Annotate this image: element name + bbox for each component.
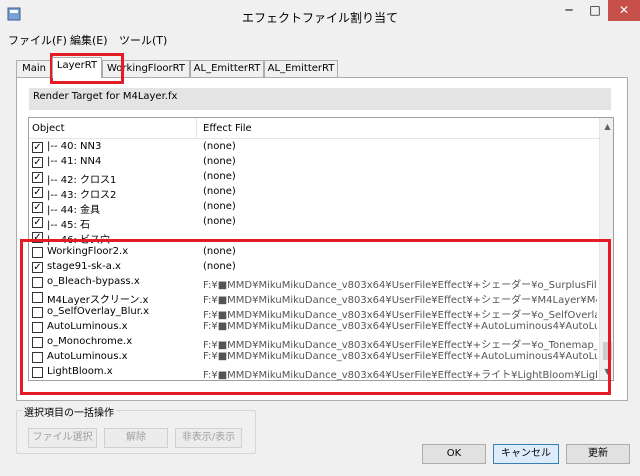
tab-workingfloorrt[interactable]: WorkingFloorRT — [102, 60, 190, 77]
list-item[interactable]: LightBloom.x F:¥■MMD¥MikuMikuDance_v803x6… — [29, 365, 599, 380]
checkbox-checked[interactable]: ✓ — [32, 232, 43, 243]
checkbox-checked[interactable]: ✓ — [32, 187, 43, 198]
object-name: AutoLuminous.x — [47, 351, 128, 362]
object-name: o_Bleach-bypass.x — [47, 276, 140, 287]
effect-file: (none) — [203, 261, 236, 272]
column-header-effect[interactable]: Effect File — [203, 123, 252, 134]
object-name: AutoLuminous.x — [47, 321, 128, 332]
render-target-label: Render Target for M4Layer.fx — [29, 88, 611, 110]
object-name: M4Layerスクリーン.x — [47, 295, 149, 306]
effect-file: F:¥■MMD¥MikuMikuDance_v803x64¥UserFile¥E… — [203, 280, 597, 291]
list-item[interactable]: ✓ |-- 46: ビス穴 — [29, 230, 599, 246]
scrollbar-thumb[interactable] — [603, 342, 612, 360]
checkbox-unchecked[interactable] — [32, 337, 43, 348]
tab-al-emitterrt-2[interactable]: AL_EmitterRT — [264, 60, 338, 77]
list-item[interactable]: AutoLuminous.x F:¥■MMD¥MikuMikuDance_v803… — [29, 350, 599, 365]
list-item[interactable]: ✓ |-- 44: 金具 (none) — [29, 200, 599, 216]
checkbox-unchecked[interactable] — [32, 322, 43, 333]
scroll-up-icon[interactable]: ▲ — [600, 118, 613, 135]
effect-file: F:¥■MMD¥MikuMikuDance_v803x64¥UserFile¥E… — [203, 310, 597, 321]
effect-file: (none) — [203, 186, 236, 197]
file-select-button[interactable]: ファイル選択 — [28, 428, 97, 448]
list-item[interactable]: o_Bleach-bypass.x F:¥■MMD¥MikuMikuDance_v… — [29, 275, 599, 291]
list-rows: ✓ |-- 40: NN3 (none) ✓ |-- 41: NN4 (none) ✓ |--… — [29, 140, 599, 380]
bulk-ops-legend: 選択項目の一括操作 — [22, 404, 116, 419]
maximize-button[interactable]: □ — [582, 0, 608, 21]
object-name: |-- 46: ビス穴 — [47, 235, 111, 246]
list-item[interactable]: AutoLuminous.x F:¥■MMD¥MikuMikuDance_v803… — [29, 320, 599, 335]
list-item[interactable]: ✓ |-- 40: NN3 (none) — [29, 140, 599, 155]
effect-list[interactable]: Object Effect File ✓ |-- 40: NN3 (none) ✓ |-… — [28, 117, 614, 381]
scroll-down-icon[interactable]: ▼ — [600, 363, 613, 380]
refresh-button[interactable]: 更新 — [566, 444, 630, 464]
list-item[interactable]: ✓ |-- 43: クロス2 (none) — [29, 185, 599, 201]
checkbox-unchecked[interactable] — [32, 277, 43, 288]
list-header: Object Effect File — [29, 118, 599, 139]
object-name: o_Monochrome.x — [47, 336, 133, 347]
toggle-visibility-button[interactable]: 非表示/表示 — [175, 428, 242, 448]
effect-file: (none) — [203, 141, 236, 152]
checkbox-checked[interactable]: ✓ — [32, 142, 43, 153]
menu-edit[interactable]: 編集(E) — [70, 32, 108, 48]
object-name: LightBloom.x — [47, 366, 113, 377]
effect-file: F:¥■MMD¥MikuMikuDance_v803x64¥UserFile¥E… — [203, 295, 597, 306]
clear-button[interactable]: 解除 — [104, 428, 168, 448]
title-bar: エフェクトファイル割り当て ─ □ ✕ — [0, 0, 640, 30]
object-name: |-- 40: NN3 — [47, 141, 102, 152]
object-name: WorkingFloor2.x — [47, 246, 129, 257]
checkbox-unchecked[interactable] — [32, 247, 43, 258]
list-item[interactable]: ✓ |-- 45: 石 (none) — [29, 215, 599, 231]
checkbox-unchecked[interactable] — [32, 367, 43, 378]
list-item[interactable]: ✓ |-- 41: NN4 (none) — [29, 155, 599, 170]
list-item[interactable]: o_Monochrome.x F:¥■MMD¥MikuMikuDance_v803… — [29, 335, 599, 351]
object-name: |-- 42: クロス1 — [47, 175, 117, 186]
effect-file: F:¥■MMD¥MikuMikuDance_v803x64¥UserFile¥E… — [203, 351, 597, 362]
effect-file: F:¥■MMD¥MikuMikuDance_v803x64¥UserFile¥E… — [203, 321, 597, 332]
column-header-object[interactable]: Object — [32, 123, 65, 134]
menu-tools[interactable]: ツール(T) — [119, 32, 167, 48]
list-item[interactable]: ✓ |-- 42: クロス1 (none) — [29, 170, 599, 186]
effect-file: (none) — [203, 216, 236, 227]
effect-file: F:¥■MMD¥MikuMikuDance_v803x64¥UserFile¥E… — [203, 340, 597, 351]
tab-main[interactable]: Main — [16, 60, 52, 77]
checkbox-unchecked[interactable] — [32, 292, 43, 303]
effect-file: (none) — [203, 246, 236, 257]
tab-al-emitterrt-1[interactable]: AL_EmitterRT — [190, 60, 264, 77]
checkbox-checked[interactable]: ✓ — [32, 202, 43, 213]
object-name: |-- 44: 金具 — [47, 205, 101, 216]
list-item[interactable]: ✓ stage91-sk-a.x (none) — [29, 260, 599, 275]
list-item[interactable]: M4Layerスクリーン.x F:¥■MMD¥MikuMikuDance_v803… — [29, 290, 599, 306]
effect-file: (none) — [203, 201, 236, 212]
menu-bar: ファイル(F) 編集(E) ツール(T) — [0, 30, 640, 47]
checkbox-checked[interactable]: ✓ — [32, 157, 43, 168]
list-item[interactable]: WorkingFloor2.x (none) — [29, 245, 599, 260]
effect-file: (none) — [203, 171, 236, 182]
object-name: |-- 41: NN4 — [47, 156, 102, 167]
cancel-button[interactable]: キャンセル — [493, 444, 559, 464]
window-title: エフェクトファイル割り当て — [241, 11, 398, 25]
column-divider[interactable] — [196, 118, 197, 139]
checkbox-unchecked[interactable] — [32, 352, 43, 363]
minimize-button[interactable]: ─ — [556, 0, 582, 21]
checkbox-unchecked[interactable] — [32, 307, 43, 318]
checkbox-checked[interactable]: ✓ — [32, 217, 43, 228]
effect-file: (none) — [203, 156, 236, 167]
close-button[interactable]: ✕ — [608, 0, 640, 21]
object-name: |-- 45: 石 — [47, 220, 91, 231]
object-name: stage91-sk-a.x — [47, 261, 121, 272]
vertical-scrollbar[interactable]: ▲ ▼ — [599, 118, 613, 380]
tab-layerrt[interactable]: LayerRT — [52, 57, 102, 78]
ok-button[interactable]: OK — [422, 444, 486, 464]
checkbox-checked[interactable]: ✓ — [32, 262, 43, 273]
object-name: |-- 43: クロス2 — [47, 190, 117, 201]
effect-file: F:¥■MMD¥MikuMikuDance_v803x64¥UserFile¥E… — [203, 370, 597, 380]
menu-file[interactable]: ファイル(F) — [8, 32, 67, 48]
checkbox-checked[interactable]: ✓ — [32, 172, 43, 183]
object-name: o_SelfOverlay_Blur.x — [47, 306, 150, 317]
list-item[interactable]: o_SelfOverlay_Blur.x F:¥■MMD¥MikuMikuDanc… — [29, 305, 599, 321]
